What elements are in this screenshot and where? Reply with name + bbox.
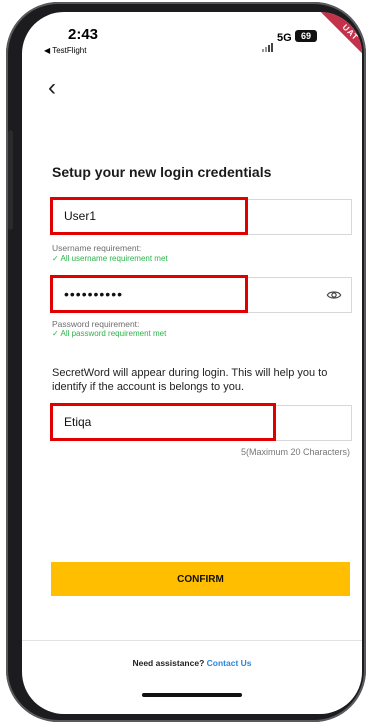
page-title: Setup your new login credentials — [52, 164, 272, 180]
eye-icon[interactable] — [326, 287, 342, 303]
network-type: 5G — [277, 32, 292, 44]
secretword-highlight-box — [50, 403, 276, 441]
username-requirement-status: ✓ All username requirement met — [52, 254, 168, 263]
password-highlight-box — [50, 275, 248, 313]
username-highlight-box — [50, 197, 248, 235]
secretword-description: SecretWord will appear during login. Thi… — [52, 367, 328, 393]
assistance-footer: Need assistance? Contact Us — [22, 658, 362, 668]
confirm-button[interactable]: CONFIRM — [51, 562, 350, 596]
app-screen: 2:43 ◀ TestFlight 5G 69 UAT ‹ Setup your… — [22, 12, 362, 714]
home-indicator[interactable] — [142, 693, 242, 697]
need-assistance-text: Need assistance? — [132, 658, 205, 668]
battery-indicator: 69 — [295, 30, 317, 42]
back-to-testflight-link[interactable]: ◀ TestFlight — [44, 46, 86, 55]
uat-badge: UAT — [316, 12, 362, 67]
status-bar: 2:43 ◀ TestFlight 5G 69 UAT — [22, 12, 362, 67]
back-arrow-icon[interactable]: ‹ — [48, 76, 56, 100]
username-requirement-label: Username requirement: — [52, 243, 142, 253]
password-requirement-label: Password requirement: — [52, 319, 140, 329]
password-requirement-status: ✓ All password requirement met — [52, 329, 167, 338]
phone-frame: 2:43 ◀ TestFlight 5G 69 UAT ‹ Setup your… — [6, 2, 366, 722]
contact-us-link[interactable]: Contact Us — [207, 658, 252, 668]
status-time: 2:43 — [68, 26, 99, 43]
signal-icon — [262, 34, 274, 52]
side-button — [8, 130, 13, 230]
secretword-char-counter: 5(Maximum 20 Characters) — [240, 447, 350, 457]
footer-divider — [22, 640, 362, 641]
